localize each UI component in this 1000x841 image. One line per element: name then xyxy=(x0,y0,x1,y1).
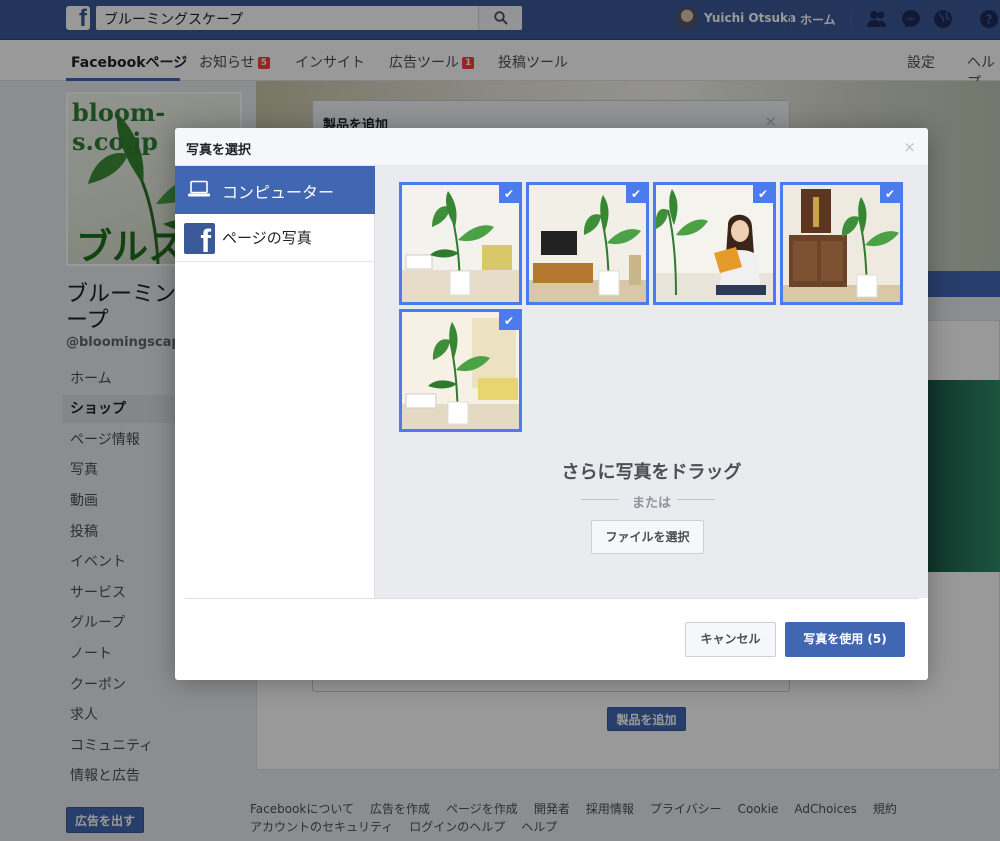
photo-thumbnail-1[interactable]: ✔ xyxy=(399,182,522,305)
close-icon[interactable]: × xyxy=(903,138,916,156)
laptop-icon xyxy=(188,180,210,197)
choose-file-button[interactable]: ファイルを選択 xyxy=(591,520,704,554)
selected-check-icon: ✔ xyxy=(626,185,646,203)
source-page-photos[interactable]: f ページの写真 xyxy=(175,214,375,262)
photo-thumbnail-4[interactable]: ✔ xyxy=(780,182,903,305)
source-page-photos-label: ページの写真 xyxy=(222,229,312,247)
photo-thumbnail-5[interactable]: ✔ xyxy=(399,309,522,432)
selected-check-icon: ✔ xyxy=(880,185,900,203)
use-photos-button[interactable]: 写真を使用 (5) xyxy=(785,622,905,657)
drag-more-photos-title: さらに写真をドラッグ xyxy=(561,462,742,483)
source-computer-label: コンピューター xyxy=(222,183,335,202)
selected-check-icon: ✔ xyxy=(499,185,519,203)
footer-divider xyxy=(185,598,918,599)
cancel-button[interactable]: キャンセル xyxy=(685,622,776,657)
photo-thumbnail-2[interactable]: ✔ xyxy=(526,182,649,305)
dialog-title: 写真を選択 xyxy=(186,143,252,158)
dialog-header: 写真を選択 × xyxy=(175,128,928,166)
source-computer[interactable]: コンピューター xyxy=(175,166,395,214)
select-photos-dialog: 写真を選択 × コンピューター f ページの写真 ✔ ✔ ✔ ✔ ✔ さらに写真… xyxy=(175,128,928,680)
photo-thumbnail-3[interactable]: ✔ xyxy=(653,182,776,305)
selected-check-icon: ✔ xyxy=(753,185,773,203)
photo-source-sidebar: コンピューター f ページの写真 xyxy=(175,166,395,598)
facebook-icon: f xyxy=(184,223,215,254)
or-text: または xyxy=(631,496,671,511)
selected-check-icon: ✔ xyxy=(499,312,519,330)
